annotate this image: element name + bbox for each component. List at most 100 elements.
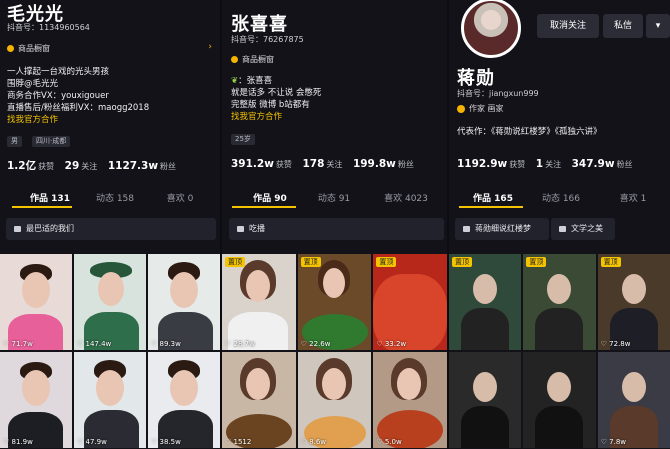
profile-name: 张喜喜 — [231, 14, 288, 35]
profile-id: 抖音号：1134960564 — [7, 23, 90, 32]
pinned-badge: 置顶 — [452, 257, 472, 267]
video-thumbnail[interactable]: ♡ 47.9w — [74, 352, 146, 448]
profile-id: 抖音号：jiangxun999 — [457, 89, 539, 98]
like-count: ♡ 8.6w — [300, 438, 327, 446]
tab-works[interactable]: 作品 165 — [463, 191, 523, 204]
like-count: ♡ 1512 — [225, 438, 252, 446]
bio-line: 直播售后/粉丝福利VX：maogg2018 — [7, 103, 150, 113]
video-thumbnail[interactable]: ♡ 8.6w — [297, 352, 372, 448]
profile-tabs: 作品 131 动态 158 喜欢 0 — [20, 191, 210, 204]
video-thumbnail[interactable]: 置顶 ♡ 28.7w — [222, 254, 296, 350]
collection-chip[interactable]: 吃播 — [229, 218, 444, 240]
verified-icon — [457, 104, 465, 113]
like-count: ♡ 7.8w — [600, 438, 627, 446]
video-thumbnail[interactable]: ♡ 1512 — [222, 352, 296, 448]
pinned-badge: 置顶 — [526, 257, 547, 267]
tab-likes[interactable]: 喜欢 4023 — [370, 191, 442, 204]
shop-window-link[interactable]: 商品橱窗 — [231, 51, 436, 67]
like-count: ♡ 72.8w — [600, 340, 631, 348]
unfollow-button[interactable]: 取消关注 — [537, 14, 599, 38]
avatar[interactable] — [461, 0, 521, 58]
profile-stats: 1.2亿 获赞 29 关注 1127.3w 粉丝 — [7, 160, 177, 172]
like-count: ♡ 5.0w — [376, 438, 402, 446]
video-thumbnail[interactable]: ♡ 89.3w — [148, 254, 220, 350]
active-tab-indicator — [232, 206, 296, 208]
bio-line: 一人撑起一台戏的光头男孩 — [7, 67, 110, 77]
like-count: ♡ 22.6w — [300, 340, 331, 348]
shop-icon — [231, 55, 238, 63]
like-count: ♡ 33.2w — [376, 340, 407, 348]
profile-bio: ❦：张喜喜 就是话多 不让说 会憋死 完整版 微博 b站都有 找我官方合作 — [231, 75, 321, 123]
like-count: ♡ 89.3w — [151, 340, 181, 348]
video-grid: 置顶 ♡ 28.7w 置顶 ♡ 22.6w 置顶 ♡ 33.2w ♡ 1512 — [222, 254, 447, 448]
bio-line: 就是话多 不让说 会憋死 — [231, 88, 322, 98]
pinned-badge: 置顶 — [376, 257, 397, 267]
tab-activity[interactable]: 动态 166 — [523, 191, 599, 204]
video-thumbnail[interactable]: ♡ 147.4w — [74, 254, 146, 350]
author-label: 作家 画家 — [469, 104, 504, 113]
profile-zhangxixi: 张喜喜 抖音号：76267875 商品橱窗 ❦：张喜喜 就是话多 不让说 会憋死… — [222, 0, 447, 449]
active-tab-indicator — [12, 206, 72, 208]
location-tag: 四川·成都 — [32, 136, 71, 147]
like-count: ♡ 71.7w — [3, 340, 33, 348]
tab-likes[interactable]: 喜欢 0 — [150, 191, 210, 204]
video-thumbnail[interactable] — [523, 352, 596, 448]
chevron-right-icon: › — [208, 42, 212, 52]
collection-chip[interactable]: 最巴适的我们 — [6, 218, 216, 240]
profile-id: 抖音号：76267875 — [231, 35, 304, 44]
profile-name: 蒋勋 — [457, 68, 495, 89]
video-thumbnail[interactable]: ♡ 71.7w — [0, 254, 72, 350]
shop-label: 商品橱窗 — [242, 54, 274, 64]
like-count: ♡ 38.5w — [151, 438, 181, 446]
like-count: ♡ 81.9w — [3, 438, 33, 446]
video-grid: ♡ 71.7w ♡ 147.4w ♡ 89.3w ♡ 81.9w ♡ 47.9w… — [0, 254, 220, 448]
collection-chip[interactable]: 文学之美 — [551, 218, 615, 240]
video-thumbnail[interactable]: ♡ 5.0w — [373, 352, 447, 448]
video-thumbnail[interactable]: ♡ 7.8w — [597, 352, 670, 448]
tab-activity[interactable]: 动态 158 — [80, 191, 150, 204]
pinned-badge: 置顶 — [225, 257, 245, 267]
representative-works: 代表作：《蒋勋说红楼梦》《孤独六讲》 — [457, 127, 602, 137]
pinned-badge: 置顶 — [300, 257, 321, 267]
tab-works[interactable]: 作品 131 — [20, 191, 80, 204]
profile-bio: 一人撑起一台戏的光头男孩 围脖@毛光光 商务合作VX：youxigouer 直播… — [7, 66, 149, 126]
profile-jiangxun: 取消关注 私信 ▾ 蒋勋 抖音号：jiangxun999 作家 画家 代表作：《… — [449, 0, 670, 449]
official-collab-link[interactable]: 找我官方合作 — [7, 115, 58, 125]
bio-line: 完整版 微博 b站都有 — [231, 100, 310, 110]
shop-label: 商品橱窗 — [18, 43, 50, 53]
age-tag: 25岁 — [231, 134, 255, 145]
profile-tabs: 作品 165 动态 166 喜欢 1 — [463, 191, 667, 204]
tab-activity[interactable]: 动态 91 — [298, 191, 370, 204]
profile-stats: 391.2w 获赞 178 关注 199.8w 粉丝 — [231, 158, 414, 170]
video-thumbnail[interactable]: 置顶 ♡ 22.6w — [297, 254, 372, 350]
collection-chip[interactable]: 蒋勋细说红楼梦 — [455, 218, 549, 240]
video-thumbnail[interactable] — [449, 352, 522, 448]
video-thumbnail[interactable]: 置顶 — [449, 254, 522, 350]
shop-icon — [7, 44, 14, 52]
chevron-down-icon: ▾ — [655, 21, 661, 31]
message-button[interactable]: 私信 — [603, 14, 643, 38]
video-thumbnail[interactable]: ♡ 38.5w — [148, 352, 220, 448]
video-thumbnail[interactable]: 置顶 — [523, 254, 596, 350]
video-grid: 置顶 置顶 置顶 ♡ 72.8w ♡ 7.8w — [449, 254, 670, 448]
video-thumbnail[interactable]: 置顶 ♡ 33.2w — [373, 254, 447, 350]
like-count: ♡ 47.9w — [77, 438, 107, 446]
more-dropdown-button[interactable]: ▾ — [646, 14, 670, 38]
tab-likes[interactable]: 喜欢 1 — [599, 191, 667, 204]
bio-line: 围脖@毛光光 — [7, 79, 59, 89]
official-collab-link[interactable]: 找我官方合作 — [231, 112, 282, 122]
bio-line: 商务合作VX：youxigouer — [7, 91, 109, 101]
profile-maoguangguang: 毛光光 抖音号：1134960564 商品橱窗 › 一人撑起一台戏的光头男孩 围… — [0, 0, 220, 449]
profile-stats: 1192.9w 获赞 1 关注 347.9w 粉丝 — [457, 158, 633, 170]
like-count: ♡ 147.4w — [77, 340, 112, 348]
bio-line: ：张喜喜 — [238, 76, 273, 86]
video-thumbnail[interactable]: 置顶 ♡ 72.8w — [597, 254, 670, 350]
gender-tag: 男 — [7, 136, 22, 147]
shop-window-link[interactable]: 商品橱窗 › — [7, 40, 212, 56]
video-thumbnail[interactable]: ♡ 81.9w — [0, 352, 72, 448]
active-tab-indicator — [459, 206, 523, 208]
like-count: ♡ 28.7w — [225, 340, 255, 348]
author-badge: 作家 画家 — [457, 103, 504, 114]
pinned-badge: 置顶 — [600, 257, 621, 267]
tab-works[interactable]: 作品 90 — [242, 191, 298, 204]
